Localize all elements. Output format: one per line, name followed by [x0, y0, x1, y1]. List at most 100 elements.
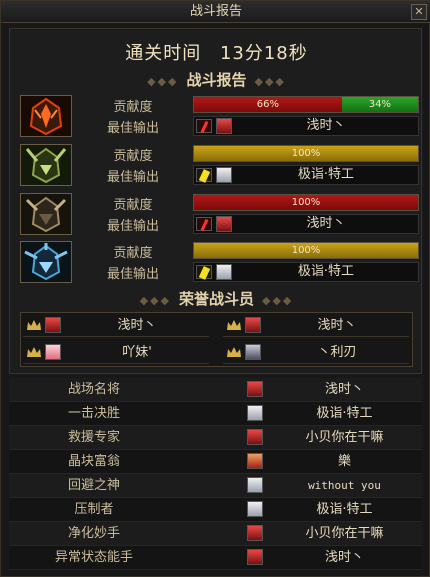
award-player-name: 极诣·特工 [316, 406, 373, 421]
award-title: 一击决胜 [67, 406, 120, 421]
dark-horned-helmet-icon [20, 193, 72, 235]
best-output-label: 最佳输出 [106, 267, 159, 282]
battle-report-window: 战斗报告 ✕ 通关时间 13分18秒 ◆◆◆ 战斗报告 ◆◆◆ 贡献度 最佳输出 6… [0, 0, 430, 577]
report-section-title: ◆◆◆ 战斗报告 ◆◆◆ [10, 69, 423, 90]
award-row: 净化妙手 小贝你在干嘛 [9, 522, 422, 546]
contribution-bar: 100% [193, 145, 419, 162]
honor-member: 浅时丶 [223, 315, 409, 337]
award-player-name: 浅时丶 [324, 550, 364, 565]
contribution-label: 贡献度 [113, 100, 153, 115]
divider-ornament-icon: ◆◆◆ [262, 294, 294, 307]
yellow-weapon-icon [196, 265, 212, 280]
player-row: 贡献度 最佳输出 66% 34% 浅时丶 [20, 95, 420, 139]
crown-icon [27, 347, 41, 357]
award-row: 救援专家 小贝你在干嘛 [9, 426, 422, 450]
character-avatar [216, 264, 232, 280]
award-row: 一击决胜 极诣·特工 [9, 402, 422, 426]
honor-member: 浅时丶 [23, 315, 209, 337]
character-avatar [216, 216, 232, 232]
best-output-row: 极诣·特工 [193, 262, 419, 282]
best-output-label: 最佳输出 [106, 219, 159, 234]
green-horned-helmet-icon [20, 144, 72, 186]
honor-member-name: 吖妹' [122, 345, 152, 360]
contribution-label: 贡献度 [113, 149, 153, 164]
character-avatar [216, 118, 232, 134]
honor-title: 荣誉战斗员 [178, 290, 254, 308]
honor-member-name: 浅时丶 [317, 318, 357, 333]
award-title: 晶块富翁 [67, 454, 120, 469]
contribution-red-text: 66% [256, 99, 280, 110]
clear-time-value: 13分18秒 [219, 43, 308, 64]
contribution-bar: 66% 34% [193, 96, 419, 113]
award-player-name: 小贝你在干嘛 [305, 430, 384, 445]
blue-spiked-helmet-icon [20, 241, 72, 283]
award-title: 战场名将 [67, 382, 120, 397]
clear-time-row: 通关时间 13分18秒 [10, 39, 423, 65]
contribution-green-text: 34% [368, 99, 392, 110]
award-row: 回避之神 without you [9, 474, 422, 498]
honor-member-name: 丶利刃 [317, 345, 357, 360]
contribution-label: 贡献度 [113, 246, 153, 261]
award-row: 异常状态能手 浅时丶 [9, 546, 422, 570]
award-row: 战场名将 浅时丶 [9, 378, 422, 402]
honor-member: 吖妹' [23, 342, 209, 364]
red-flame-helmet-icon [20, 95, 72, 137]
character-avatar [247, 429, 263, 445]
award-player-name: 小贝你在干嘛 [305, 526, 384, 541]
honor-members-box: 浅时丶 浅时丶 吖妹' 丶利刃 [20, 312, 413, 367]
honor-member: 丶利刃 [223, 342, 409, 364]
character-avatar [247, 381, 263, 397]
contribution-label: 贡献度 [113, 198, 153, 213]
window-title: 战斗报告 [189, 4, 242, 19]
contribution-red-text: 100% [291, 197, 321, 208]
best-output-label: 最佳输出 [106, 121, 159, 136]
contribution-bar: 100% [193, 194, 419, 211]
report-panel: 通关时间 13分18秒 ◆◆◆ 战斗报告 ◆◆◆ 贡献度 最佳输出 66% 34% … [9, 28, 422, 374]
best-output-label: 最佳输出 [106, 170, 159, 185]
report-title: 战斗报告 [186, 71, 247, 89]
honor-member-name: 浅时丶 [117, 318, 157, 333]
award-row: 晶块富翁 樂 [9, 450, 422, 474]
player-row: 贡献度 最佳输出 100% 浅时丶 [20, 193, 420, 237]
award-title: 压制者 [74, 502, 114, 517]
best-output-name: 浅时丶 [306, 118, 346, 133]
character-avatar [245, 344, 261, 360]
best-output-name: 浅时丶 [306, 216, 346, 231]
divider-ornament-icon: ◆◆◆ [147, 75, 179, 88]
red-weapon-icon [196, 217, 212, 232]
award-title: 净化妙手 [67, 526, 120, 541]
clear-time-label: 通关时间 [125, 43, 202, 64]
award-row: 压制者 极诣·特工 [9, 498, 422, 522]
best-output-row: 浅时丶 [193, 214, 419, 234]
award-player-name: 浅时丶 [324, 382, 364, 397]
best-output-row: 极诣·特工 [193, 165, 419, 185]
character-avatar [247, 501, 263, 517]
crown-icon [27, 320, 41, 330]
character-avatar [216, 167, 232, 183]
contribution-bar: 100% [193, 242, 419, 259]
crown-icon [227, 320, 241, 330]
character-avatar [45, 344, 61, 360]
honor-section-title: ◆◆◆ 荣誉战斗员 ◆◆◆ [10, 288, 423, 309]
close-button[interactable]: ✕ [411, 4, 427, 20]
red-weapon-icon [196, 119, 212, 134]
divider-ornament-icon: ◆◆◆ [254, 75, 286, 88]
divider-ornament-icon: ◆◆◆ [139, 294, 171, 307]
character-avatar [247, 405, 263, 421]
award-title: 救援专家 [67, 430, 120, 445]
character-avatar [247, 549, 263, 565]
contribution-gold-text: 100% [291, 245, 321, 256]
award-player-name: 极诣·特工 [316, 502, 373, 517]
character-avatar [247, 477, 263, 493]
player-row: 贡献度 最佳输出 100% 极诣·特工 [20, 241, 420, 285]
best-output-name: 极诣·特工 [297, 264, 355, 279]
yellow-weapon-icon [196, 168, 212, 183]
award-title: 异常状态能手 [54, 550, 133, 565]
character-avatar [247, 525, 263, 541]
award-title: 回避之神 [67, 478, 120, 493]
character-avatar [247, 453, 263, 469]
award-player-name: 樂 [337, 454, 351, 469]
awards-list: 战场名将 浅时丶 一击决胜 极诣·特工 救援专家 小贝你在干嘛 晶块富翁 樂 回… [9, 378, 422, 574]
character-avatar [45, 317, 61, 333]
award-player-name: without you [308, 479, 381, 492]
